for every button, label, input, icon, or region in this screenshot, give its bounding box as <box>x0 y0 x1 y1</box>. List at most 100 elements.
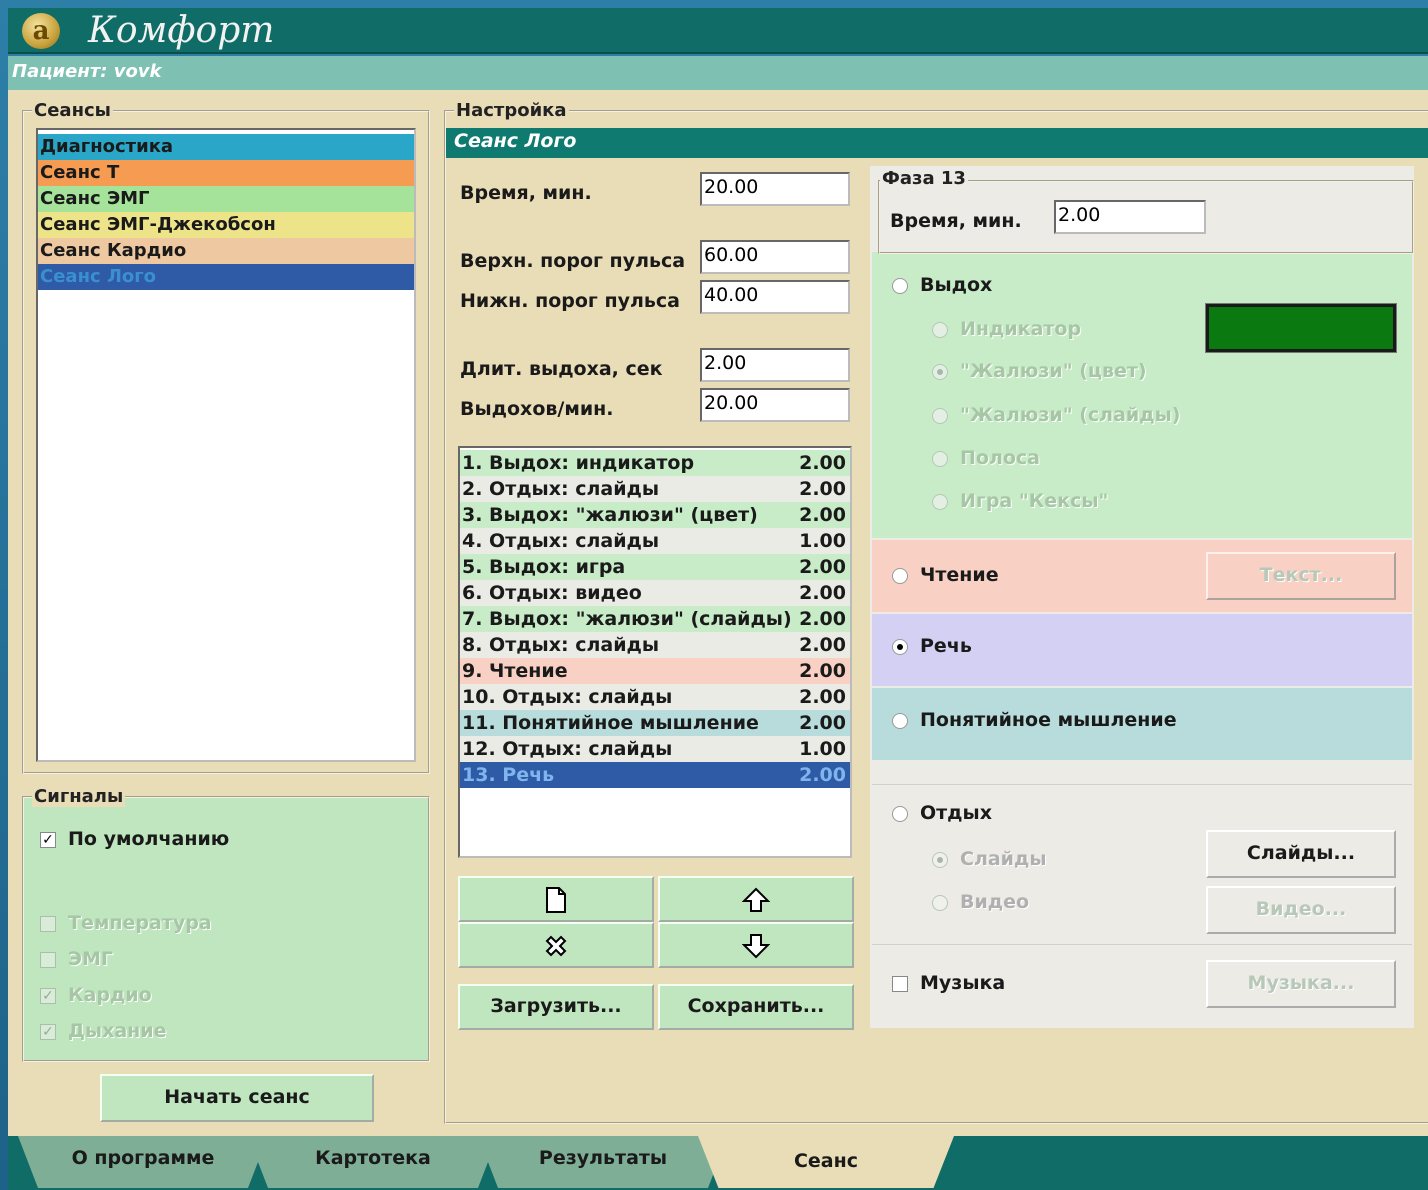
patient-bar: Пациент: vovk <box>8 56 1428 90</box>
default-signals-label: По умолчанию <box>68 828 230 850</box>
concept-label: Понятийное мышление <box>920 709 1177 731</box>
strip-radio[interactable] <box>932 451 948 467</box>
cupcakes-game-radio[interactable] <box>932 494 948 510</box>
lower-pulse-input[interactable]: 40.00 <box>700 280 850 314</box>
cupcakes-game-label: Игра "Кексы" <box>960 490 1109 512</box>
delete-x-icon <box>545 935 567 957</box>
phase-name: 4. Отдых: слайды <box>462 530 660 552</box>
session-header: Сеанс Лого <box>446 128 1428 158</box>
signals-title: Сигналы <box>32 786 126 807</box>
video-button[interactable]: Видео... <box>1206 886 1396 934</box>
phase-row[interactable]: 7. Выдох: "жалюзи" (слайды) 2.00 <box>460 606 850 632</box>
tab-card-index[interactable]: Картотека <box>248 1136 498 1188</box>
upper-pulse-input[interactable]: 60.00 <box>700 240 850 274</box>
phase-name: 3. Выдох: "жалюзи" (цвет) <box>462 504 758 526</box>
tab-session[interactable]: Сеанс <box>698 1136 954 1188</box>
video-radio[interactable] <box>932 895 948 911</box>
phase-row[interactable]: 3. Выдох: "жалюзи" (цвет) 2.00 <box>460 502 850 528</box>
phase-name: 6. Отдых: видео <box>462 582 642 604</box>
emg-checkbox[interactable] <box>40 952 56 968</box>
exhale-length-label: Длит. выдоха, сек <box>460 358 663 380</box>
phase-row[interactable]: 6. Отдых: видео 2.00 <box>460 580 850 606</box>
session-item-emg-jacobson[interactable]: Сеанс ЭМГ-Джекобсон <box>38 212 414 238</box>
phase-row[interactable]: 11. Понятийное мышление 2.00 <box>460 710 850 736</box>
save-button[interactable]: Сохранить... <box>658 984 854 1030</box>
phase-row[interactable]: 8. Отдых: слайды 2.00 <box>460 632 850 658</box>
speech-label: Речь <box>920 635 972 657</box>
default-signals-checkbox[interactable]: ✓ <box>40 832 56 848</box>
tab-about[interactable]: О программе <box>18 1136 268 1188</box>
rest-label: Отдых <box>920 802 992 824</box>
tab-results[interactable]: Результаты <box>478 1136 728 1188</box>
phase-row[interactable]: 12. Отдых: слайды 1.00 <box>460 736 850 762</box>
phase-name: 7. Выдох: "жалюзи" (слайды) <box>462 608 792 630</box>
exhale-length-input[interactable]: 2.00 <box>700 348 850 382</box>
arrow-up-icon <box>741 887 771 912</box>
phase-time-label: Время, мин. <box>890 210 1022 232</box>
spacer-band <box>872 762 1412 782</box>
phase-duration: 2.00 <box>799 764 846 786</box>
session-item-emg[interactable]: Сеанс ЭМГ <box>38 186 414 212</box>
phase-name: 9. Чтение <box>462 660 568 682</box>
start-session-button[interactable]: Начать сеанс <box>100 1074 374 1122</box>
cardio-label: Кардио <box>68 984 152 1006</box>
phase-name: 8. Отдых: слайды <box>462 634 660 656</box>
exhale-radio[interactable] <box>892 278 908 294</box>
delete-phase-button[interactable] <box>458 922 654 968</box>
phase-row[interactable]: 9. Чтение 2.00 <box>460 658 850 684</box>
exhales-per-min-label: Выдохов/мин. <box>460 398 614 420</box>
title-bar: a Комфорт <box>8 8 1428 54</box>
phase-row-selected[interactable]: 13. Речь 2.00 <box>460 762 850 788</box>
concept-radio[interactable] <box>892 713 908 729</box>
color-swatch[interactable] <box>1205 303 1397 353</box>
rest-radio[interactable] <box>892 806 908 822</box>
time-input[interactable]: 20.00 <box>700 172 850 206</box>
breathing-checkbox[interactable]: ✓ <box>40 1024 56 1040</box>
phase-name: 2. Отдых: слайды <box>462 478 660 500</box>
slides-button[interactable]: Слайды... <box>1206 830 1396 878</box>
blinds-slides-radio[interactable] <box>932 408 948 424</box>
phase-row[interactable]: 2. Отдых: слайды 2.00 <box>460 476 850 502</box>
phase-name: 1. Выдох: индикатор <box>462 452 695 474</box>
slides-radio[interactable] <box>932 852 948 868</box>
temperature-checkbox[interactable] <box>40 916 56 932</box>
indicator-radio[interactable] <box>932 322 948 338</box>
phase-time-input[interactable]: 2.00 <box>1054 200 1206 234</box>
settings-title: Настройка <box>454 100 569 121</box>
breathing-label: Дыхание <box>68 1020 167 1042</box>
sessions-list[interactable]: Диагностика Сеанс Т Сеанс ЭМГ Сеанс ЭМГ-… <box>36 128 416 762</box>
session-item-cardio[interactable]: Сеанс Кардио <box>38 238 414 264</box>
tab-bar: О программе Картотека Результаты Сеанс <box>8 1136 1428 1190</box>
blinds-slides-label: "Жалюзи" (слайды) <box>960 404 1181 426</box>
video-label: Видео <box>960 891 1030 913</box>
emg-label: ЭМГ <box>68 948 113 970</box>
move-up-button[interactable] <box>658 876 854 922</box>
session-item-logo[interactable]: Сеанс Лого <box>38 264 414 290</box>
cardio-checkbox[interactable]: ✓ <box>40 988 56 1004</box>
reading-radio[interactable] <box>892 568 908 584</box>
exhale-label: Выдох <box>920 274 993 296</box>
phase-duration: 2.00 <box>799 686 846 708</box>
temperature-label: Температура <box>68 912 212 934</box>
music-label: Музыка <box>920 972 1006 994</box>
phase-row[interactable]: 4. Отдых: слайды 1.00 <box>460 528 850 554</box>
speech-radio[interactable] <box>892 639 908 655</box>
phase-duration: 1.00 <box>799 738 846 760</box>
phase-duration: 2.00 <box>799 504 846 526</box>
sessions-title: Сеансы <box>32 100 113 121</box>
session-item-diagnostics[interactable]: Диагностика <box>38 134 414 160</box>
music-checkbox[interactable] <box>892 976 908 992</box>
load-button[interactable]: Загрузить... <box>458 984 654 1030</box>
exhales-per-min-input[interactable]: 20.00 <box>700 388 850 422</box>
phase-row[interactable]: 10. Отдых: слайды 2.00 <box>460 684 850 710</box>
move-down-button[interactable] <box>658 922 854 968</box>
phase-row[interactable]: 1. Выдох: индикатор 2.00 <box>460 450 850 476</box>
session-item-t[interactable]: Сеанс Т <box>38 160 414 186</box>
text-button[interactable]: Текст... <box>1206 552 1396 600</box>
add-phase-button[interactable] <box>458 876 654 922</box>
phase-row[interactable]: 5. Выдох: игра 2.00 <box>460 554 850 580</box>
phases-list[interactable]: 1. Выдох: индикатор 2.00 2. Отдых: слайды… <box>458 446 852 858</box>
music-button[interactable]: Музыка... <box>1206 960 1396 1008</box>
blinds-color-radio[interactable] <box>932 364 948 380</box>
phase-name: 12. Отдых: слайды <box>462 738 673 760</box>
